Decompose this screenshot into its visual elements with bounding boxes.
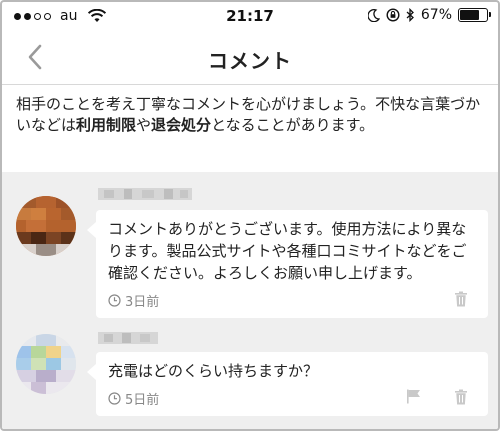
comment-meta: 5日前 xyxy=(108,389,159,408)
comment-body: 充電はどのくらい持ちますか？ xyxy=(108,362,319,380)
clock-icon xyxy=(108,392,121,405)
comment-age: 3日前 xyxy=(125,295,160,310)
trash-icon[interactable] xyxy=(454,291,468,307)
username-label xyxy=(98,332,158,344)
navigation-bar: コメント xyxy=(2,32,498,85)
username-label xyxy=(98,188,192,200)
comment-bubble: 充電はどのくらい持ちますか？ 5日前 xyxy=(87,352,488,416)
status-right: 67% xyxy=(367,7,491,23)
comment-list: コメントありがとうございます。使用方法により異なります。製品公式サイトや各種口コ… xyxy=(2,172,498,429)
comment-body: コメントありがとうございます。使用方法により異なります。製品公式サイトや各種口コ… xyxy=(108,220,467,282)
comment-age: 5日前 xyxy=(125,393,160,408)
page-title: コメント xyxy=(208,49,292,73)
bluetooth-icon xyxy=(406,8,414,22)
battery-percent: 67% xyxy=(420,7,452,23)
status-bar: au 21:17 67% xyxy=(2,2,498,32)
flag-icon[interactable] xyxy=(406,389,422,404)
clock-icon xyxy=(108,294,121,307)
trash-icon[interactable] xyxy=(454,389,468,405)
comment-meta: 3日前 xyxy=(108,291,159,310)
battery-icon xyxy=(458,8,491,22)
notice-text-connector: や xyxy=(136,116,152,134)
avatar[interactable] xyxy=(16,196,76,256)
screen-frame: au 21:17 67% コメント 相手のことを考え丁寧なコメントを心がけましょ… xyxy=(0,0,500,431)
notice-account-termination: 退会処分 xyxy=(151,116,212,134)
avatar[interactable] xyxy=(16,334,76,394)
moon-icon xyxy=(367,8,380,22)
battery-level-fill xyxy=(460,10,479,20)
comment-bubble: コメントありがとうございます。使用方法により異なります。製品公式サイトや各種口コ… xyxy=(87,210,488,318)
rotation-lock-icon xyxy=(386,8,400,22)
comment-guideline-notice: 相手のことを考え丁寧なコメントを心がけましょう。不快な言葉づかいなどは利用制限や… xyxy=(16,94,484,136)
notice-usage-restriction: 利用制限 xyxy=(76,116,137,134)
notice-text-end: となることがあります。 xyxy=(211,116,375,134)
